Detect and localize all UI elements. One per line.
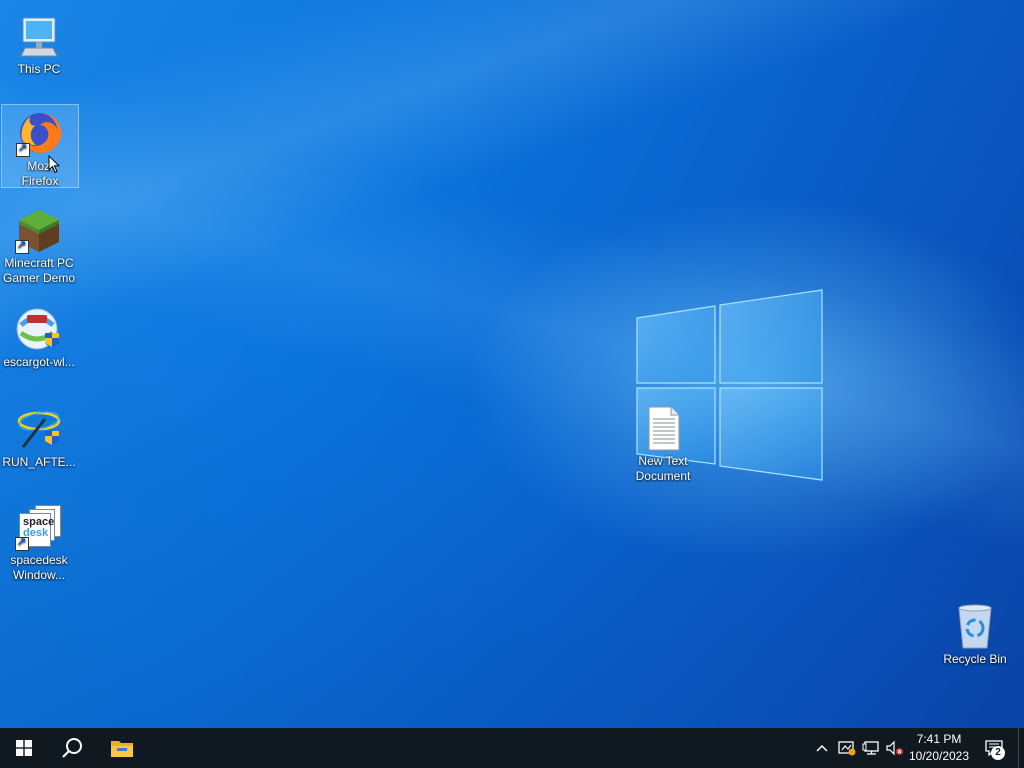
shortcut-arrow-icon (16, 141, 30, 157)
wallpaper-light-beam (0, 0, 1024, 728)
clock-time: 7:41 PM (916, 732, 962, 746)
chevron-up-icon (816, 744, 828, 752)
firefox-icon (16, 109, 64, 157)
desktop-icon-label: New Text (638, 454, 688, 468)
mouse-cursor-icon (48, 155, 60, 174)
desktop-wallpaper (0, 0, 1024, 728)
show-hidden-icons-button[interactable] (812, 728, 832, 768)
shortcut-arrow-icon (15, 535, 29, 551)
setup-shortcut-icon (15, 405, 63, 453)
file-explorer-icon (111, 741, 133, 757)
network-icon (862, 741, 879, 755)
desktop-icon-label: spacedesk (10, 553, 68, 567)
taskbar-clock[interactable]: 7:41 PM 10/20/2023 (902, 731, 976, 765)
minecraft-icon (15, 206, 63, 254)
text-document-icon (639, 404, 687, 452)
recycle-bin-icon (951, 602, 999, 650)
desktop-icon-run-after[interactable]: RUN_AFTE... (1, 401, 77, 470)
desktop-icon-label: Document (635, 469, 691, 483)
windows-start-icon (16, 740, 32, 756)
desktop-icon-label: Mozi (27, 159, 53, 173)
desktop-icon-spacedesk[interactable]: space desk spacedesk Window... (1, 499, 77, 583)
search-icon (62, 738, 82, 758)
wallpaper-shade (0, 0, 1024, 728)
desktop-icon-label: Firefox (21, 174, 59, 188)
security-tray-button[interactable] (836, 728, 858, 768)
desktop-icon-firefox[interactable]: Mozi Firefox (1, 104, 79, 188)
spacedesk-icon: space desk (15, 503, 63, 551)
shortcut-arrow-icon (15, 238, 29, 254)
desktop-icon-recycle-bin[interactable]: Recycle Bin (937, 598, 1013, 667)
clock-date: 10/20/2023 (908, 749, 970, 763)
desktop-icon-label: This PC (17, 62, 61, 76)
file-explorer-button[interactable] (98, 728, 146, 768)
desktop-icon-label: escargot-wl... (3, 355, 75, 369)
taskbar: 7:41 PM 10/20/2023 (0, 728, 1024, 768)
desktop-icon-label: Minecraft PC (4, 256, 74, 270)
desktop-icon-this-pc[interactable]: This PC (1, 8, 77, 77)
desktop-icon-label: RUN_AFTE... (2, 455, 76, 469)
desktop-icon-label: Recycle Bin (943, 652, 1007, 666)
security-center-icon (838, 741, 856, 756)
escargot-installer-icon (15, 305, 63, 353)
network-tray-button[interactable] (860, 728, 882, 768)
computer-icon (15, 12, 63, 60)
desktop-icon-label: Gamer Demo (2, 271, 76, 285)
desktop-icon-new-text-document[interactable]: New Text Document (625, 400, 701, 484)
desktop-icon-escargot[interactable]: escargot-wl... (1, 301, 77, 370)
notification-count-badge: 2 (991, 746, 1005, 760)
start-button[interactable] (0, 728, 48, 768)
wallpaper-light-beam (0, 0, 1024, 728)
desktop-icon-minecraft[interactable]: Minecraft PC Gamer Demo (1, 202, 77, 286)
search-button[interactable] (48, 728, 96, 768)
show-desktop-button[interactable] (1018, 728, 1024, 768)
desktop-icon-label: Window... (12, 568, 66, 582)
